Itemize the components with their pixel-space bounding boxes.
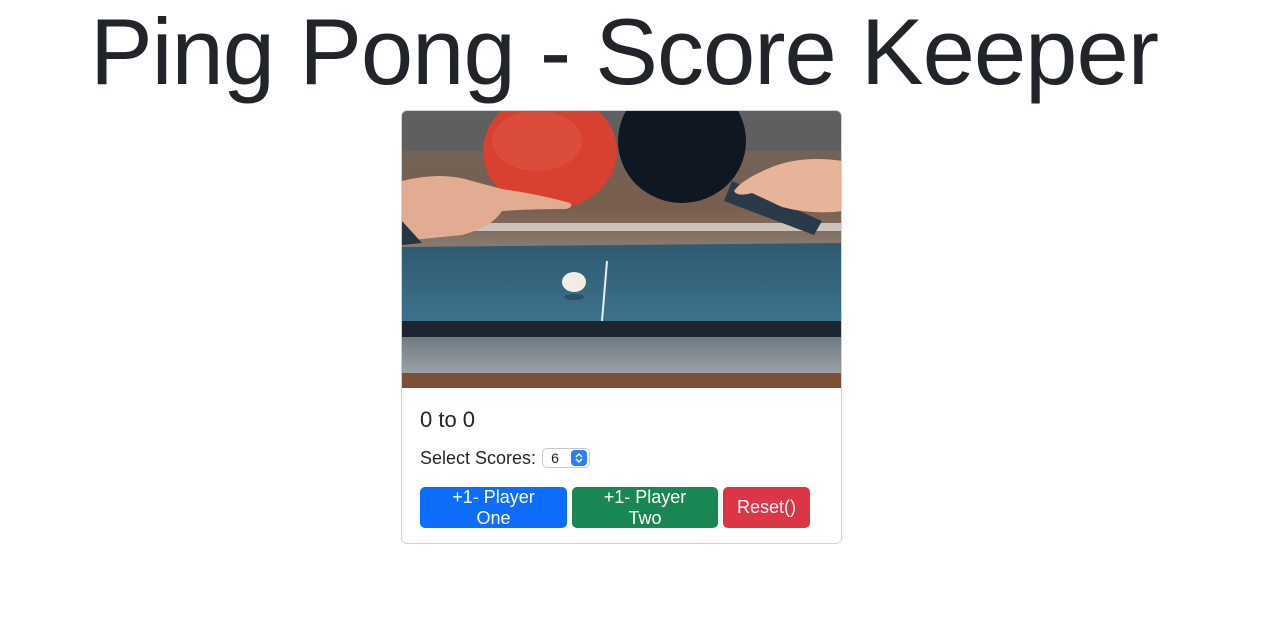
select-scores-label: Select Scores:: [420, 447, 537, 468]
select-arrows-icon: [571, 450, 588, 466]
player-one-button[interactable]: +1- Player One: [420, 487, 567, 528]
winning-score-value: 6: [551, 450, 559, 466]
score-display: 0 to 0: [420, 407, 476, 432]
card-body: 0 to 0 Select Scores: 6 +1- Player One +…: [402, 388, 841, 543]
button-row: +1- Player One +1- Player Two Reset(): [420, 487, 823, 528]
reset-button[interactable]: Reset(): [723, 487, 810, 528]
page-title: Ping Pong - Score Keeper: [89, 0, 1159, 104]
score-card: 0 to 0 Select Scores: 6 +1- Player One +…: [401, 110, 842, 544]
winning-score-select[interactable]: 6: [542, 448, 591, 468]
ping-pong-image: [402, 111, 841, 388]
player-two-button[interactable]: +1- Player Two: [572, 487, 718, 528]
select-row: Select Scores: 6: [420, 446, 823, 470]
